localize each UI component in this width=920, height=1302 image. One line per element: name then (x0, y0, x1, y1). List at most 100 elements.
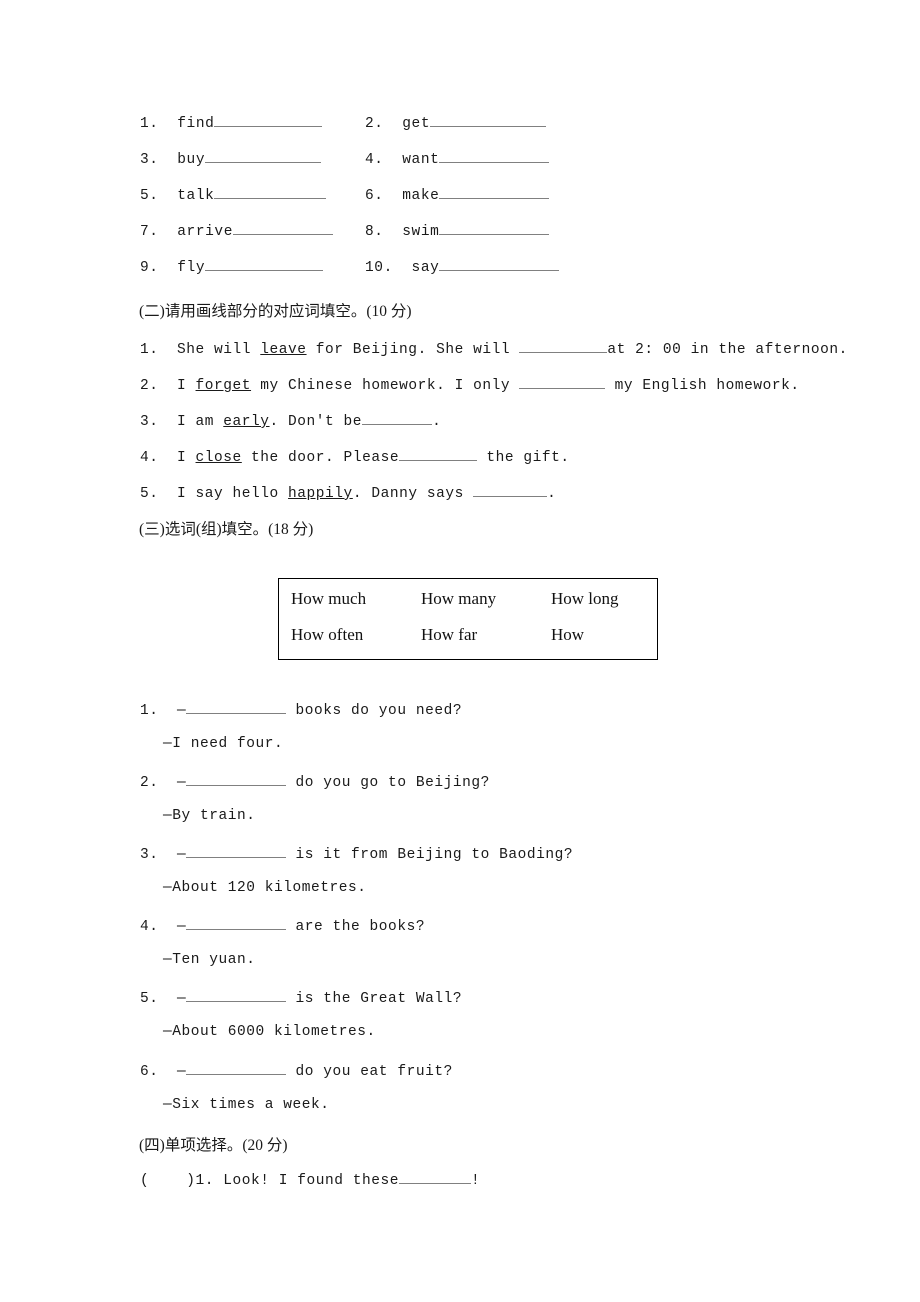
section-three-answer: —Six times a week. (163, 1097, 330, 1113)
answer-blank[interactable] (214, 113, 323, 127)
item-word: get (402, 116, 431, 132)
answer-blank[interactable] (186, 1061, 287, 1075)
em-dash: — (177, 991, 187, 1007)
sentence-middle: for Beijing. She will (306, 342, 520, 358)
worksheet-page: 1. find 2. get 3. buy 4. want 5. talk 6.… (0, 0, 920, 1302)
answer-blank[interactable] (186, 988, 287, 1002)
em-dash: — (177, 919, 187, 935)
dash (159, 991, 178, 1007)
item-number: 1. (140, 116, 159, 132)
item-word: fly (177, 260, 206, 276)
answer-blank[interactable] (439, 149, 550, 163)
choice-bracket[interactable]: ( )1. (140, 1173, 214, 1189)
answer-blank[interactable] (205, 149, 322, 163)
sentence-tail: my English homework. (605, 378, 800, 394)
section-two-heading: (二)请用画线部分的对应词填空。(10 分) (139, 303, 412, 320)
question-text: do you eat fruit? (286, 1064, 453, 1080)
section-two-item: 1. She will leave for Beijing. She will … (140, 339, 848, 358)
sentence-middle: . Don't be (269, 414, 363, 430)
item-number: 4. (365, 152, 384, 168)
section-four-item: ( )1. Look! I found these! (140, 1170, 480, 1189)
answer-blank[interactable] (439, 185, 550, 199)
word-form-item: 7. arrive (140, 221, 365, 240)
answer-blank[interactable] (473, 483, 548, 497)
item-number: 8. (365, 224, 384, 240)
question-text: Look! I found these (214, 1173, 400, 1189)
sentence-middle: . Danny says (352, 486, 474, 502)
question-text: is the Great Wall? (286, 991, 463, 1007)
word-form-row: 3. buy 4. want (140, 149, 780, 185)
section-three-heading: (三)选词(组)填空。(18 分) (139, 521, 314, 538)
item-number: 5. (140, 486, 159, 502)
word-form-row: 1. find 2. get (140, 113, 780, 149)
item-number: 2. (365, 116, 384, 132)
section-three-question: 5. — is the Great Wall? (140, 988, 462, 1007)
word-choice-option[interactable]: How long (551, 589, 619, 609)
answer-blank[interactable] (430, 113, 547, 127)
section-two-item: 4. I close the door. Please the gift. (140, 447, 570, 466)
sentence-before: I say hello (158, 486, 289, 502)
answer-blank[interactable] (519, 339, 608, 353)
answer-blank[interactable] (186, 916, 287, 930)
item-word: talk (177, 188, 215, 204)
answer-blank[interactable] (439, 221, 550, 235)
word-form-item: 8. swim (365, 221, 625, 240)
section-four-heading: (四)单项选择。(20 分) (139, 1137, 288, 1154)
underlined-keyword: leave (260, 342, 307, 358)
underlined-keyword: early (223, 414, 270, 430)
em-dash: — (177, 1064, 187, 1080)
section-three-question: 2. — do you go to Beijing? (140, 772, 490, 791)
answer-blank[interactable] (439, 257, 560, 271)
sentence-tail: the gift. (477, 450, 570, 466)
answer-blank[interactable] (399, 1170, 472, 1184)
word-choice-box: How much How many How long How often How… (278, 578, 658, 660)
dash (159, 919, 178, 935)
item-number: 4. (140, 919, 159, 935)
word-form-item: 6. make (365, 185, 625, 204)
word-choice-row: How much How many How long (279, 589, 657, 627)
sentence-tail: ! (471, 1173, 481, 1189)
word-choice-option[interactable]: How (551, 625, 584, 645)
answer-blank[interactable] (399, 447, 478, 461)
item-number: 3. (140, 847, 159, 863)
item-number: 9. (140, 260, 159, 276)
word-form-row: 9. fly 10. say (140, 257, 780, 293)
underlined-keyword: happily (288, 486, 353, 502)
item-number: 4. (140, 450, 159, 466)
item-word: say (411, 260, 440, 276)
section-two-item: 5. I say hello happily. Danny says . (140, 483, 556, 502)
question-text: books do you need? (286, 703, 463, 719)
answer-blank[interactable] (205, 257, 324, 271)
underlined-keyword: close (195, 450, 242, 466)
answer-blank[interactable] (186, 772, 287, 786)
word-choice-option[interactable]: How far (421, 625, 477, 645)
sentence-before: I (158, 450, 196, 466)
item-number: 5. (140, 991, 159, 1007)
answer-blank[interactable] (214, 185, 327, 199)
word-choice-option[interactable]: How many (421, 589, 496, 609)
answer-blank[interactable] (186, 844, 287, 858)
section-three-answer: —I need four. (163, 736, 284, 752)
sentence-before: She will (158, 342, 261, 358)
item-word: swim (402, 224, 440, 240)
item-word: want (402, 152, 440, 168)
item-word: make (402, 188, 440, 204)
answer-blank[interactable] (519, 375, 606, 389)
item-number: 1. (140, 342, 159, 358)
sentence-before: I (158, 378, 196, 394)
item-number: 6. (365, 188, 384, 204)
word-choice-row: How often How far How (279, 625, 657, 663)
word-choice-option[interactable]: How much (291, 589, 366, 609)
em-dash: — (177, 847, 187, 863)
answer-blank[interactable] (362, 411, 433, 425)
section-three-question: 4. — are the books? (140, 916, 425, 935)
item-number: 3. (140, 414, 159, 430)
dash (159, 703, 178, 719)
section-two-item: 2. I forget my Chinese homework. I only … (140, 375, 800, 394)
section-three-answer: —About 6000 kilometres. (163, 1024, 376, 1040)
item-word: buy (177, 152, 206, 168)
answer-blank[interactable] (186, 700, 287, 714)
word-choice-option[interactable]: How often (291, 625, 363, 645)
item-number: 3. (140, 152, 159, 168)
answer-blank[interactable] (233, 221, 334, 235)
